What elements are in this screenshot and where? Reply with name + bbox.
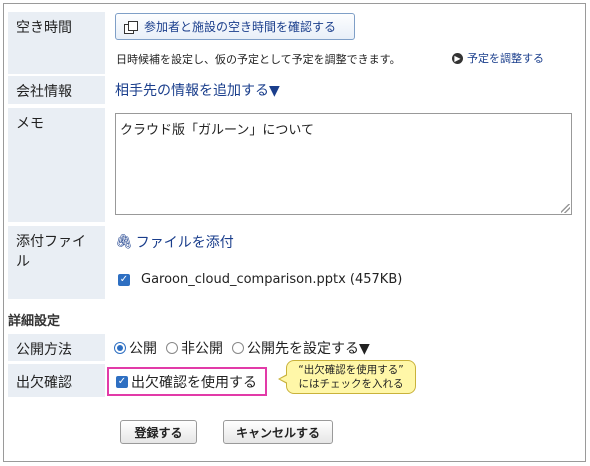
label-company: 会社情報 (8, 76, 105, 104)
label-memo: メモ (8, 108, 105, 222)
radio-empty-icon (166, 342, 178, 354)
adjust-schedule-link[interactable]: ▶ 予定を調整する (452, 50, 544, 66)
radio-selected-icon (114, 342, 126, 354)
callout-line-1: “出欠確認を使用する” (298, 364, 404, 376)
radio-custom-label: 公開先を設定する▼ (247, 341, 370, 357)
arrow-right-icon: ▶ (452, 52, 463, 64)
paperclip-icon: 🖇 (115, 234, 133, 250)
label-attachment: 添付ファイル (8, 226, 105, 299)
attendance-highlight: ✓ 出欠確認を使用する (107, 367, 267, 396)
memo-text: クラウド版「ガルーン」について (120, 123, 314, 138)
callout-line-2: にはチェックを入れる (298, 378, 404, 390)
attendance-checkbox-label: 出欠確認を使用する (131, 374, 257, 391)
attendance-callout: “出欠確認を使用する” にはチェックを入れる (278, 360, 416, 394)
label-publish: 公開方法 (8, 334, 105, 361)
radio-private[interactable]: 非公開 (166, 338, 223, 358)
file-checkbox[interactable]: ✓ (118, 273, 130, 286)
radio-public[interactable]: 公開 (114, 338, 157, 358)
memo-textarea[interactable]: クラウド版「ガルーン」について (115, 113, 572, 215)
section-details: 詳細設定 (8, 314, 61, 329)
check-availability-label: 参加者と施設の空き時間を確認する (144, 20, 337, 34)
radio-empty-icon (232, 342, 244, 354)
submit-button[interactable]: 登録する (120, 420, 197, 444)
attendance-checkbox[interactable]: ✓ (116, 375, 128, 388)
check-availability-button[interactable]: 参加者と施設の空き時間を確認する (115, 13, 355, 40)
adjust-schedule-label: 予定を調整する (467, 52, 544, 65)
radio-private-label: 非公開 (181, 341, 223, 357)
attach-file-label: ファイルを添付 (135, 235, 234, 251)
label-free-time: 空き時間 (8, 12, 105, 74)
cancel-button[interactable]: キャンセルする (223, 420, 333, 444)
free-time-note: 日時候補を設定し、仮の予定として予定を調整できます。 (116, 53, 401, 66)
radio-public-label: 公開 (129, 341, 157, 357)
publish-options: 公開 非公開 公開先を設定する▼ (114, 338, 379, 358)
attached-file-name: Garoon_cloud_comparison.pptx (457KB) (141, 272, 403, 287)
radio-custom[interactable]: 公開先を設定する▼ (232, 338, 370, 358)
windows-icon (124, 20, 138, 34)
label-attendance: 出欠確認 (8, 364, 105, 397)
attached-file-item: ✓ Garoon_cloud_comparison.pptx (457KB) (118, 272, 402, 287)
resize-grip-icon[interactable] (561, 204, 570, 213)
attach-file-link[interactable]: 🖇 ファイルを添付 (115, 232, 234, 252)
add-company-info-link[interactable]: 相手先の情報を追加する▼ (115, 80, 280, 100)
